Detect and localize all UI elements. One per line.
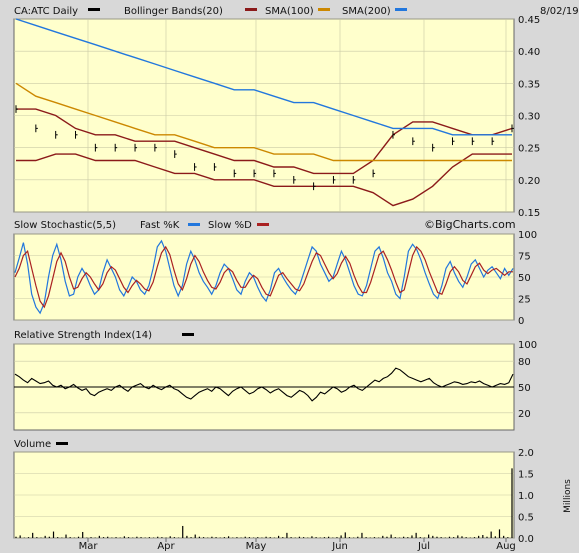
stochastic-tick-label: 100	[518, 230, 537, 241]
stochastic-tick-label: 25	[518, 295, 531, 306]
rsi-panel: 20 50 80 100	[13, 340, 537, 431]
symbol-label: CA:ATC Daily	[14, 6, 78, 17]
volume-axis-label: Millions	[563, 479, 573, 513]
watermark: ©BigCharts.com	[424, 218, 516, 231]
x-axis: Mar Apr May Jun Jul Aug	[79, 538, 516, 552]
x-tick-label: Mar	[79, 541, 99, 552]
volume-tick-label: 1.5	[518, 470, 534, 481]
sma200-legend-swatch	[395, 8, 407, 11]
sma200-label: SMA(200)	[342, 6, 391, 17]
volume-tick-label: 2.0	[518, 448, 534, 459]
slow-d-label: Slow %D	[208, 220, 252, 231]
fast-k-legend-swatch	[188, 223, 200, 226]
volume-title: Volume	[14, 439, 51, 450]
x-tick-label: Aug	[496, 541, 516, 552]
stochastic-tick-label: 75	[518, 252, 531, 263]
stochastic-tick-label: 50	[518, 273, 531, 284]
volume-legend-swatch	[56, 442, 68, 445]
bollinger-label: Bollinger Bands(20)	[124, 6, 223, 17]
sma100-label: SMA(100)	[265, 6, 314, 17]
stochastic-panel: 0 25 50 75 100	[13, 230, 537, 327]
stock-chart: CA:ATC Daily Bollinger Bands(20) SMA(100…	[13, 6, 579, 552]
price-tick-label: 0.20	[518, 176, 540, 187]
date-label: 8/02/19	[540, 6, 579, 17]
stochastic-title: Slow Stochastic(5,5)	[14, 220, 116, 231]
price-tick-label: 0.45	[518, 15, 540, 26]
rsi-tick-label: 50	[518, 383, 531, 394]
volume-panel: 0.0 0.5 1.0 1.5 2.0 Millions	[13, 448, 573, 545]
price-tick-label: 0.25	[518, 144, 540, 155]
price-tick-label: 0.35	[518, 79, 540, 90]
price-tick-label: 0.30	[518, 112, 540, 123]
rsi-title: Relative Strength Index(14)	[14, 330, 152, 341]
x-tick-label: May	[246, 541, 267, 552]
volume-tick-label: 0.0	[518, 534, 534, 545]
x-tick-label: Jul	[417, 541, 430, 552]
volume-tick-label: 0.5	[518, 513, 534, 524]
bollinger-legend-swatch	[245, 8, 257, 11]
x-tick-label: Apr	[157, 541, 175, 552]
price-legend-swatch	[88, 8, 100, 11]
fast-k-label: Fast %K	[140, 220, 180, 231]
price-tick-label: 0.15	[518, 208, 540, 219]
sma100-legend-swatch	[318, 8, 330, 11]
rsi-tick-label: 80	[518, 357, 531, 368]
rsi-tick-label: 20	[518, 409, 531, 420]
stochastic-tick-label: 0	[518, 316, 524, 327]
rsi-legend-swatch	[182, 333, 194, 336]
price-tick-label: 0.40	[518, 47, 540, 58]
slow-d-legend-swatch	[257, 223, 269, 226]
volume-tick-label: 1.0	[518, 491, 534, 502]
rsi-tick-label: 100	[518, 340, 537, 351]
x-tick-label: Jun	[331, 541, 348, 552]
